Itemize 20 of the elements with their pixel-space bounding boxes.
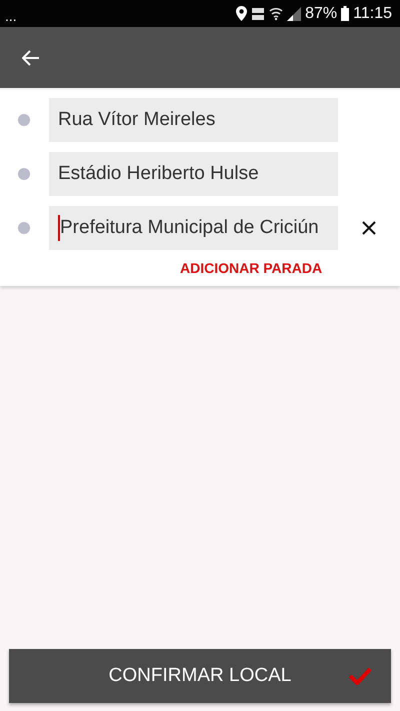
back-arrow-icon (22, 50, 40, 66)
check-icon (349, 668, 371, 685)
location-pin-icon (236, 6, 248, 21)
close-icon (362, 221, 376, 235)
stop-input-field[interactable]: Rua Vítor Meireles (49, 98, 338, 142)
clock: 11:15 (353, 4, 392, 22)
volte-icon (251, 6, 266, 20)
add-stop-link[interactable]: ADICIONAR PARADA (180, 260, 322, 276)
back-button[interactable] (22, 50, 40, 66)
battery-percent: 87% (305, 4, 338, 22)
stop-dot (18, 222, 30, 234)
battery-icon (341, 6, 350, 21)
wifi-icon (269, 6, 284, 20)
stop-input-field[interactable]: Estádio Heriberto Hulse (49, 152, 338, 196)
confirm-button[interactable]: CONFIRMAR LOCAL (9, 649, 391, 703)
notification-dots: ... (5, 8, 17, 22)
stop-dot (18, 168, 30, 180)
signal-icon (287, 6, 302, 20)
stop-input-field[interactable]: Prefeitura Municipal de Criciún (49, 206, 338, 250)
stop-dot (18, 114, 30, 126)
